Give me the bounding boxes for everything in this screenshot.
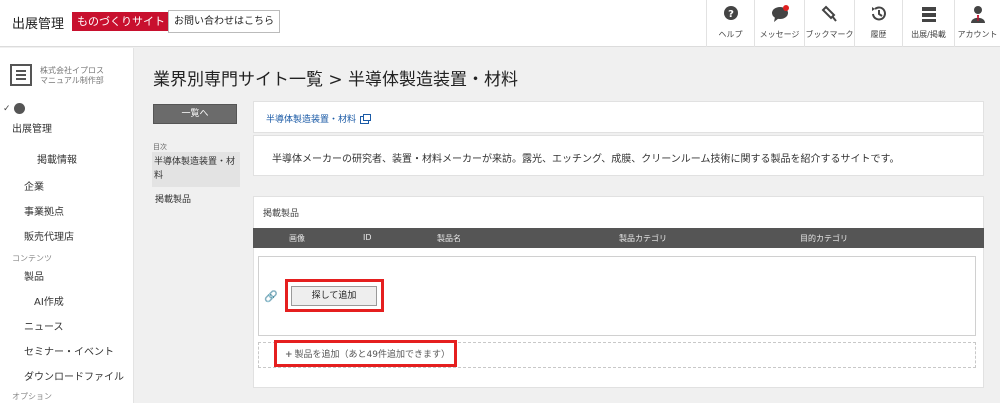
sidebar-item-news[interactable]: ニュース [24,318,64,333]
toc-label: 目次 [153,143,167,151]
help-icon: ? [723,6,738,20]
sidebar-item-exhibit-mgmt[interactable]: 出展管理 [12,120,52,135]
company-logo [10,64,32,86]
bookmark-icon [821,5,837,22]
nav-account[interactable]: アカウント [954,0,1000,47]
svg-text:?: ? [728,9,734,20]
sidebar-item-business-sites[interactable]: 事業拠点 [24,203,64,218]
column-header-purpose-category: 目的カテゴリ [800,234,848,243]
nav-bookmark-label: ブックマーク [805,30,854,39]
top-header: 出展管理 ものづくりサイト お問い合わせはこちら ? ヘルプ メッセージ ブック… [0,0,1000,47]
column-header-image: 画像 [289,234,305,243]
sidebar-item-products[interactable]: 製品 [24,268,44,283]
link-chain-icon: 🔗 [264,290,278,303]
column-header-product-category: 製品カテゴリ [619,234,667,243]
toc-item-products[interactable]: 掲載製品 [155,192,191,205]
highlight-box-add-product [274,340,457,367]
company-name-line2: マニュアル制作部 [40,76,104,85]
history-icon [871,6,886,21]
sidebar-item-agents[interactable]: 販売代理店 [24,228,74,243]
toc-item-active[interactable]: 半導体製造装置・材料 [152,152,240,187]
sidebar-item-listing-info[interactable]: 掲載情報 [37,151,77,166]
back-to-list-button[interactable]: 一覧へ [153,104,237,124]
sidebar-item-download[interactable]: ダウンロードファイル [24,368,124,383]
nav-history[interactable]: 履歴 [854,0,902,47]
globe-icon [14,103,25,114]
account-icon [970,6,985,23]
nav-account-label: アカウント [957,30,998,39]
brand-title[interactable]: 出展管理 [12,13,64,32]
column-header-id: ID [363,233,372,242]
page-title: 業界別専門サイト一覧 > 半導体製造装置・材料 [153,70,519,90]
listing-icon [921,7,936,22]
nav-listing-label: 出展/掲載 [911,30,946,39]
nav-message[interactable]: メッセージ [754,0,804,47]
site-link[interactable]: 半導体製造装置・材料 [266,112,372,125]
contact-button[interactable]: お問い合わせはこちら [168,10,280,33]
nav-help[interactable]: ? ヘルプ [706,0,754,47]
site-link-label: 半導体製造装置・材料 [266,115,357,125]
sidebar-item-company[interactable]: 企業 [24,178,44,193]
nav-help-label: ヘルプ [718,30,743,39]
checkmark-icon: ✓ [3,104,11,114]
site-badge: ものづくりサイト [72,12,170,31]
company-name-line1: 株式会社イプロス [40,66,104,75]
nav-history-label: 履歴 [870,30,887,39]
sidebar-item-seminar[interactable]: セミナー・イベント [24,343,114,358]
company-name: 株式会社イプロス マニュアル制作部 [40,66,104,86]
products-section-title: 掲載製品 [263,209,300,219]
site-description: 半導体メーカーの研究者、装置・材料メーカーが来訪。露光、エッチング、成膜、クリー… [272,154,900,165]
sidebar-item-ai-create[interactable]: AI作成 [34,293,64,308]
highlight-box-search-add [285,279,384,312]
nav-listing[interactable]: 出展/掲載 [902,0,954,47]
sidebar-section-option: オプション [12,392,52,401]
sidebar-section-content: コンテンツ [12,254,52,263]
column-header-product-name: 製品名 [437,234,461,243]
nav-message-label: メッセージ [759,30,800,39]
external-link-icon [360,114,372,124]
products-table-header: 画像 ID 製品名 製品カテゴリ 目的カテゴリ [253,228,984,248]
nav-bookmark[interactable]: ブックマーク [804,0,854,47]
